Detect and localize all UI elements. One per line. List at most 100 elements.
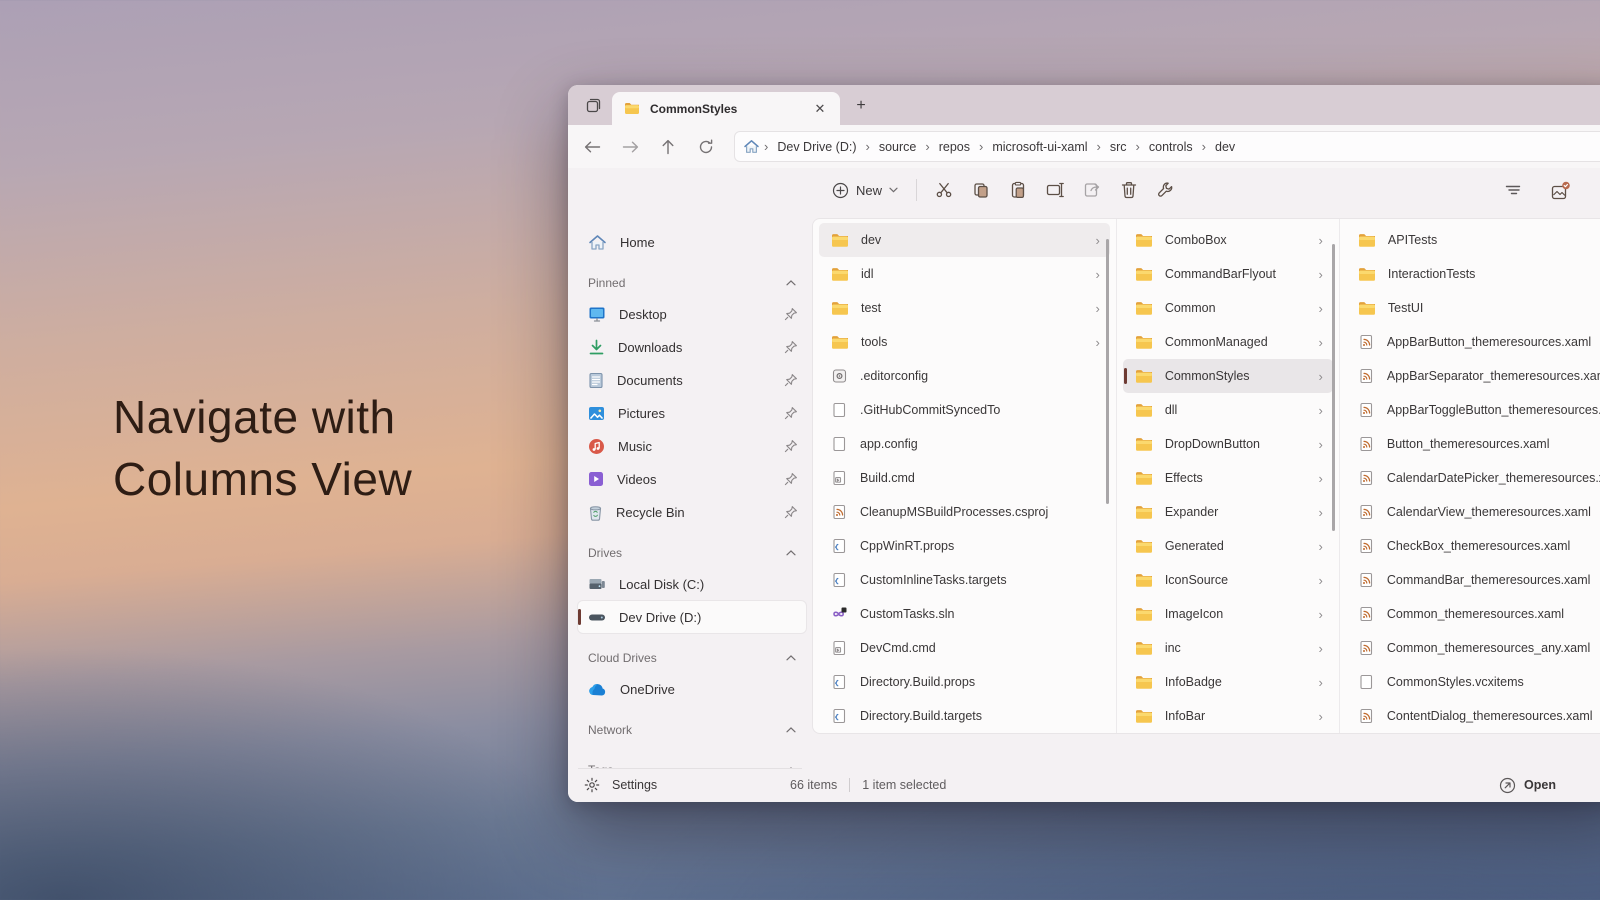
file-row[interactable]: InkCanvas› <box>1123 733 1333 734</box>
sidebar-section-header[interactable]: Pinned <box>578 268 806 298</box>
file-row[interactable]: .GitHubCommitSyncedTo <box>819 393 1110 427</box>
forward-button[interactable] <box>614 131 646 163</box>
file-row[interactable]: Button_themeresources.xaml <box>1346 427 1600 461</box>
rename-button[interactable] <box>1038 174 1072 206</box>
file-row[interactable]: dev› <box>819 223 1110 257</box>
tab-commonstyles[interactable]: CommonStyles ✕ <box>612 92 840 125</box>
status-bar: Settings 66 items 1 item selected Open <box>568 768 1600 802</box>
refresh-button[interactable] <box>690 131 722 163</box>
file-row[interactable]: CalendarDatePicker_themeresources.xaml <box>1346 461 1600 495</box>
breadcrumb-item[interactable]: microsoft-ui-xaml <box>985 137 1094 157</box>
sidebar-item-documents[interactable]: Documents <box>578 364 806 396</box>
file-row[interactable]: CppWinRT.props <box>819 529 1110 563</box>
up-button[interactable] <box>652 131 684 163</box>
tab-close-icon[interactable]: ✕ <box>810 99 830 119</box>
sidebar-item-dev-drive-d-[interactable]: Dev Drive (D:) <box>578 601 806 633</box>
open-button[interactable]: Open <box>1499 777 1556 794</box>
sidebar-section-header[interactable]: Tags <box>578 755 806 768</box>
share-button[interactable] <box>1075 174 1109 206</box>
file-row[interactable]: inc› <box>1123 631 1333 665</box>
sort-button[interactable] <box>1496 174 1530 206</box>
file-row[interactable]: CleanupMSBuildProcesses.csproj <box>819 495 1110 529</box>
sidebar-item-videos[interactable]: Videos <box>578 463 806 495</box>
file-row[interactable]: Build.cmd <box>819 461 1110 495</box>
command-toolbar: New <box>568 168 1600 212</box>
sidebar-item-pictures[interactable]: Pictures <box>578 397 806 429</box>
file-row[interactable]: CommonStyles.vcxitems <box>1346 665 1600 699</box>
sidebar-item-home[interactable]: Home <box>578 226 806 258</box>
file-row[interactable]: CustomInlineTasks.targets <box>819 563 1110 597</box>
file-row[interactable]: InfoBadge› <box>1123 665 1333 699</box>
file-row[interactable]: CheckBox_themeresources.xaml <box>1346 529 1600 563</box>
sidebar-section-header[interactable]: Cloud Drives <box>578 643 806 673</box>
cut-button[interactable] <box>927 174 961 206</box>
file-row[interactable]: CornerRadius_themeresources.xaml <box>1346 733 1600 734</box>
breadcrumb-item[interactable]: controls <box>1142 137 1200 157</box>
copy-button[interactable] <box>964 174 998 206</box>
breadcrumb-item[interactable]: dev <box>1208 137 1242 157</box>
file-row[interactable]: CommandBarFlyout› <box>1123 257 1333 291</box>
home-icon[interactable] <box>743 139 760 154</box>
file-row[interactable]: CommandBar_themeresources.xaml <box>1346 563 1600 597</box>
sidebar-item-recycle-bin[interactable]: Recycle Bin <box>578 496 806 528</box>
file-row[interactable]: idl› <box>819 257 1110 291</box>
file-row[interactable]: AppBarButton_themeresources.xaml <box>1346 325 1600 359</box>
properties-button[interactable] <box>1149 174 1183 206</box>
sidebar-section-header[interactable]: Drives <box>578 538 806 568</box>
file-row[interactable]: Directory.Build.props <box>819 665 1110 699</box>
sidebar-item-desktop[interactable]: Desktop <box>578 298 806 330</box>
tab-list-button[interactable] <box>578 90 608 120</box>
view-options-button[interactable] <box>1544 174 1578 206</box>
file-row[interactable]: CustomTasks.sln <box>819 597 1110 631</box>
file-row[interactable]: TestUI <box>1346 291 1600 325</box>
file-row[interactable]: Generated› <box>1123 529 1333 563</box>
breadcrumb-chevron-icon: › <box>1134 139 1142 154</box>
file-row[interactable]: .editorconfig <box>819 359 1110 393</box>
sidebar-item-downloads[interactable]: Downloads <box>578 331 806 363</box>
file-row[interactable]: dll› <box>1123 393 1333 427</box>
file-row[interactable]: Directory.Build.targets <box>819 699 1110 733</box>
file-row[interactable]: ContentDialog_themeresources.xaml <box>1346 699 1600 733</box>
file-row[interactable]: CommonStyles› <box>1123 359 1333 393</box>
file-row[interactable]: AppBarSeparator_themeresources.xaml <box>1346 359 1600 393</box>
file-row[interactable]: AppBarToggleButton_themeresources.xaml <box>1346 393 1600 427</box>
breadcrumb-item[interactable]: repos <box>932 137 977 157</box>
file-row[interactable]: app.config <box>819 427 1110 461</box>
new-tab-button[interactable]: + <box>848 93 874 119</box>
file-row[interactable]: Effects› <box>1123 461 1333 495</box>
chevron-down-icon <box>889 187 898 193</box>
sidebar-section-header[interactable]: Network <box>578 715 806 745</box>
file-row[interactable]: tools› <box>819 325 1110 359</box>
settings-button[interactable]: Settings <box>584 777 657 793</box>
paste-button[interactable] <box>1001 174 1035 206</box>
file-row[interactable]: CalendarView_themeresources.xaml <box>1346 495 1600 529</box>
chevron-right-icon: › <box>1319 403 1327 418</box>
back-button[interactable] <box>576 131 608 163</box>
file-row[interactable]: CommonManaged› <box>1123 325 1333 359</box>
file-row[interactable]: test› <box>819 291 1110 325</box>
column-scrollbar[interactable] <box>1106 239 1109 504</box>
sidebar-item-music[interactable]: Music <box>578 430 806 462</box>
delete-button[interactable] <box>1112 174 1146 206</box>
breadcrumb-item[interactable]: Dev Drive (D:) <box>770 137 863 157</box>
file-row[interactable]: IconSource› <box>1123 563 1333 597</box>
file-row[interactable]: Common_themeresources_any.xaml <box>1346 631 1600 665</box>
file-row[interactable]: Expander› <box>1123 495 1333 529</box>
file-row[interactable]: InfoBar› <box>1123 699 1333 733</box>
breadcrumb-item[interactable]: source <box>872 137 924 157</box>
sidebar-item-onedrive[interactable]: OneDrive <box>578 673 806 705</box>
breadcrumb-item[interactable]: src <box>1103 137 1134 157</box>
file-row[interactable]: InteractionTests <box>1346 257 1600 291</box>
file-row[interactable]: DevCmd.cmd <box>819 631 1110 665</box>
file-row[interactable]: APITests <box>1346 223 1600 257</box>
sidebar-item-local-disk-c-[interactable]: Local Disk (C:) <box>578 568 806 600</box>
column-scrollbar[interactable] <box>1332 244 1335 531</box>
file-row[interactable]: Common_themeresources.xaml <box>1346 597 1600 631</box>
file-row[interactable]: environment.props <box>819 733 1110 734</box>
file-row[interactable]: ComboBox› <box>1123 223 1333 257</box>
videos-icon <box>588 471 604 487</box>
file-row[interactable]: ImageIcon› <box>1123 597 1333 631</box>
file-row[interactable]: Common› <box>1123 291 1333 325</box>
file-row[interactable]: DropDownButton› <box>1123 427 1333 461</box>
new-button[interactable]: New <box>822 176 908 205</box>
